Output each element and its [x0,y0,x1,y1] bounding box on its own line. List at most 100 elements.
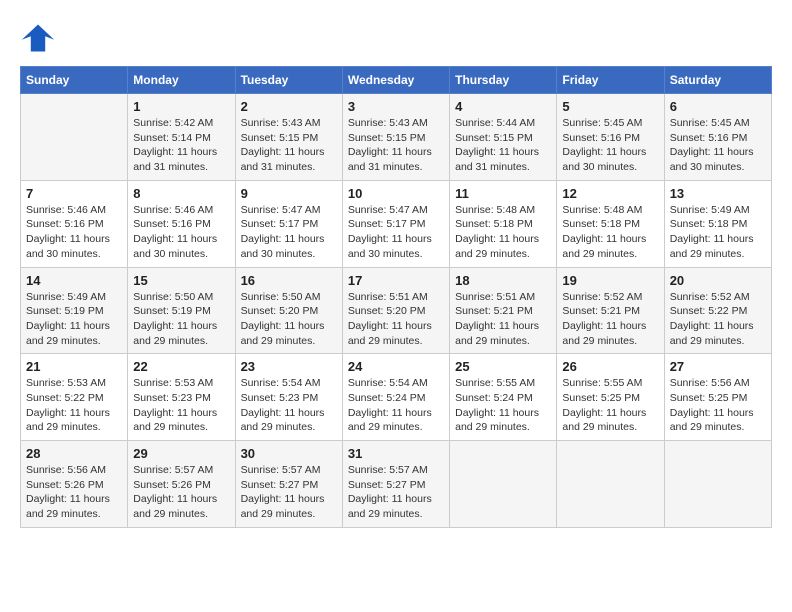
day-info: Sunrise: 5:45 AMSunset: 5:16 PMDaylight:… [670,116,766,175]
calendar-cell: 6 Sunrise: 5:45 AMSunset: 5:16 PMDaylight… [664,94,771,181]
day-info: Sunrise: 5:48 AMSunset: 5:18 PMDaylight:… [562,203,658,262]
calendar-cell: 19 Sunrise: 5:52 AMSunset: 5:21 PMDayligh… [557,267,664,354]
calendar-cell [557,441,664,528]
day-number: 6 [670,99,766,114]
day-number: 30 [241,446,337,461]
day-number: 1 [133,99,229,114]
weekday-header: Tuesday [235,67,342,94]
day-number: 28 [26,446,122,461]
day-number: 11 [455,186,551,201]
day-number: 5 [562,99,658,114]
calendar-cell: 29 Sunrise: 5:57 AMSunset: 5:26 PMDayligh… [128,441,235,528]
day-number: 18 [455,273,551,288]
day-number: 16 [241,273,337,288]
calendar-cell [664,441,771,528]
day-number: 3 [348,99,444,114]
calendar-cell: 16 Sunrise: 5:50 AMSunset: 5:20 PMDayligh… [235,267,342,354]
calendar-cell: 1 Sunrise: 5:42 AMSunset: 5:14 PMDaylight… [128,94,235,181]
calendar-cell: 17 Sunrise: 5:51 AMSunset: 5:20 PMDayligh… [342,267,449,354]
weekday-header: Friday [557,67,664,94]
day-info: Sunrise: 5:56 AMSunset: 5:25 PMDaylight:… [670,376,766,435]
page-header [20,20,772,56]
day-info: Sunrise: 5:52 AMSunset: 5:22 PMDaylight:… [670,290,766,349]
weekday-header: Wednesday [342,67,449,94]
day-number: 8 [133,186,229,201]
day-number: 4 [455,99,551,114]
calendar-cell: 23 Sunrise: 5:54 AMSunset: 5:23 PMDayligh… [235,354,342,441]
day-info: Sunrise: 5:57 AMSunset: 5:27 PMDaylight:… [241,463,337,522]
calendar-cell: 5 Sunrise: 5:45 AMSunset: 5:16 PMDaylight… [557,94,664,181]
calendar-cell: 8Sunrise: 5:46 AMSunset: 5:16 PMDaylight… [128,180,235,267]
calendar-cell: 22Sunrise: 5:53 AMSunset: 5:23 PMDayligh… [128,354,235,441]
day-number: 12 [562,186,658,201]
day-info: Sunrise: 5:54 AMSunset: 5:23 PMDaylight:… [241,376,337,435]
day-number: 13 [670,186,766,201]
calendar-cell: 26 Sunrise: 5:55 AMSunset: 5:25 PMDayligh… [557,354,664,441]
day-info: Sunrise: 5:45 AMSunset: 5:16 PMDaylight:… [562,116,658,175]
day-number: 25 [455,359,551,374]
day-number: 31 [348,446,444,461]
day-info: Sunrise: 5:47 AMSunset: 5:17 PMDaylight:… [241,203,337,262]
day-number: 17 [348,273,444,288]
calendar-cell: 11 Sunrise: 5:48 AMSunset: 5:18 PMDayligh… [450,180,557,267]
calendar-cell [450,441,557,528]
day-info: Sunrise: 5:51 AMSunset: 5:21 PMDaylight:… [455,290,551,349]
calendar-cell: 4 Sunrise: 5:44 AMSunset: 5:15 PMDaylight… [450,94,557,181]
day-number: 2 [241,99,337,114]
calendar-cell: 2 Sunrise: 5:43 AMSunset: 5:15 PMDaylight… [235,94,342,181]
day-number: 20 [670,273,766,288]
day-number: 22 [133,359,229,374]
day-info: Sunrise: 5:44 AMSunset: 5:15 PMDaylight:… [455,116,551,175]
calendar-cell: 7 Sunrise: 5:46 AMSunset: 5:16 PMDaylight… [21,180,128,267]
day-info: Sunrise: 5:43 AMSunset: 5:15 PMDaylight:… [348,116,444,175]
day-info: Sunrise: 5:51 AMSunset: 5:20 PMDaylight:… [348,290,444,349]
day-number: 27 [670,359,766,374]
day-info: Sunrise: 5:42 AMSunset: 5:14 PMDaylight:… [133,116,229,175]
calendar-cell: 10 Sunrise: 5:47 AMSunset: 5:17 PMDayligh… [342,180,449,267]
calendar-cell [21,94,128,181]
calendar-week-row: 7 Sunrise: 5:46 AMSunset: 5:16 PMDaylight… [21,180,772,267]
weekday-header: Monday [128,67,235,94]
calendar-week-row: 28 Sunrise: 5:56 AMSunset: 5:26 PMDayligh… [21,441,772,528]
day-info: Sunrise: 5:46 AMSunset: 5:16 PMDaylight:… [26,203,122,262]
calendar-cell: 12 Sunrise: 5:48 AMSunset: 5:18 PMDayligh… [557,180,664,267]
day-number: 24 [348,359,444,374]
calendar-cell: 30 Sunrise: 5:57 AMSunset: 5:27 PMDayligh… [235,441,342,528]
weekday-header: Sunday [21,67,128,94]
day-info: Sunrise: 5:50 AMSunset: 5:20 PMDaylight:… [241,290,337,349]
calendar-cell: 9 Sunrise: 5:47 AMSunset: 5:17 PMDaylight… [235,180,342,267]
day-info: Sunrise: 5:57 AMSunset: 5:27 PMDaylight:… [348,463,444,522]
day-number: 10 [348,186,444,201]
day-number: 15 [133,273,229,288]
calendar-cell: 27 Sunrise: 5:56 AMSunset: 5:25 PMDayligh… [664,354,771,441]
calendar-cell: 14Sunrise: 5:49 AMSunset: 5:19 PMDayligh… [21,267,128,354]
day-info: Sunrise: 5:50 AMSunset: 5:19 PMDaylight:… [133,290,229,349]
day-info: Sunrise: 5:57 AMSunset: 5:26 PMDaylight:… [133,463,229,522]
weekday-header: Saturday [664,67,771,94]
day-number: 29 [133,446,229,461]
day-info: Sunrise: 5:48 AMSunset: 5:18 PMDaylight:… [455,203,551,262]
day-info: Sunrise: 5:47 AMSunset: 5:17 PMDaylight:… [348,203,444,262]
calendar-week-row: 21Sunrise: 5:53 AMSunset: 5:22 PMDayligh… [21,354,772,441]
day-info: Sunrise: 5:43 AMSunset: 5:15 PMDaylight:… [241,116,337,175]
day-number: 26 [562,359,658,374]
day-info: Sunrise: 5:54 AMSunset: 5:24 PMDaylight:… [348,376,444,435]
calendar-table: SundayMondayTuesdayWednesdayThursdayFrid… [20,66,772,528]
day-number: 19 [562,273,658,288]
day-number: 23 [241,359,337,374]
weekday-header: Thursday [450,67,557,94]
logo [20,20,60,56]
day-info: Sunrise: 5:52 AMSunset: 5:21 PMDaylight:… [562,290,658,349]
calendar-cell: 24 Sunrise: 5:54 AMSunset: 5:24 PMDayligh… [342,354,449,441]
day-number: 9 [241,186,337,201]
day-number: 7 [26,186,122,201]
calendar-cell: 20 Sunrise: 5:52 AMSunset: 5:22 PMDayligh… [664,267,771,354]
calendar-week-row: 14Sunrise: 5:49 AMSunset: 5:19 PMDayligh… [21,267,772,354]
day-info: Sunrise: 5:53 AMSunset: 5:22 PMDaylight:… [26,376,122,435]
calendar-cell: 28 Sunrise: 5:56 AMSunset: 5:26 PMDayligh… [21,441,128,528]
calendar-cell: 3 Sunrise: 5:43 AMSunset: 5:15 PMDaylight… [342,94,449,181]
day-info: Sunrise: 5:56 AMSunset: 5:26 PMDaylight:… [26,463,122,522]
calendar-cell: 31 Sunrise: 5:57 AMSunset: 5:27 PMDayligh… [342,441,449,528]
day-info: Sunrise: 5:55 AMSunset: 5:25 PMDaylight:… [562,376,658,435]
logo-icon [20,20,56,56]
